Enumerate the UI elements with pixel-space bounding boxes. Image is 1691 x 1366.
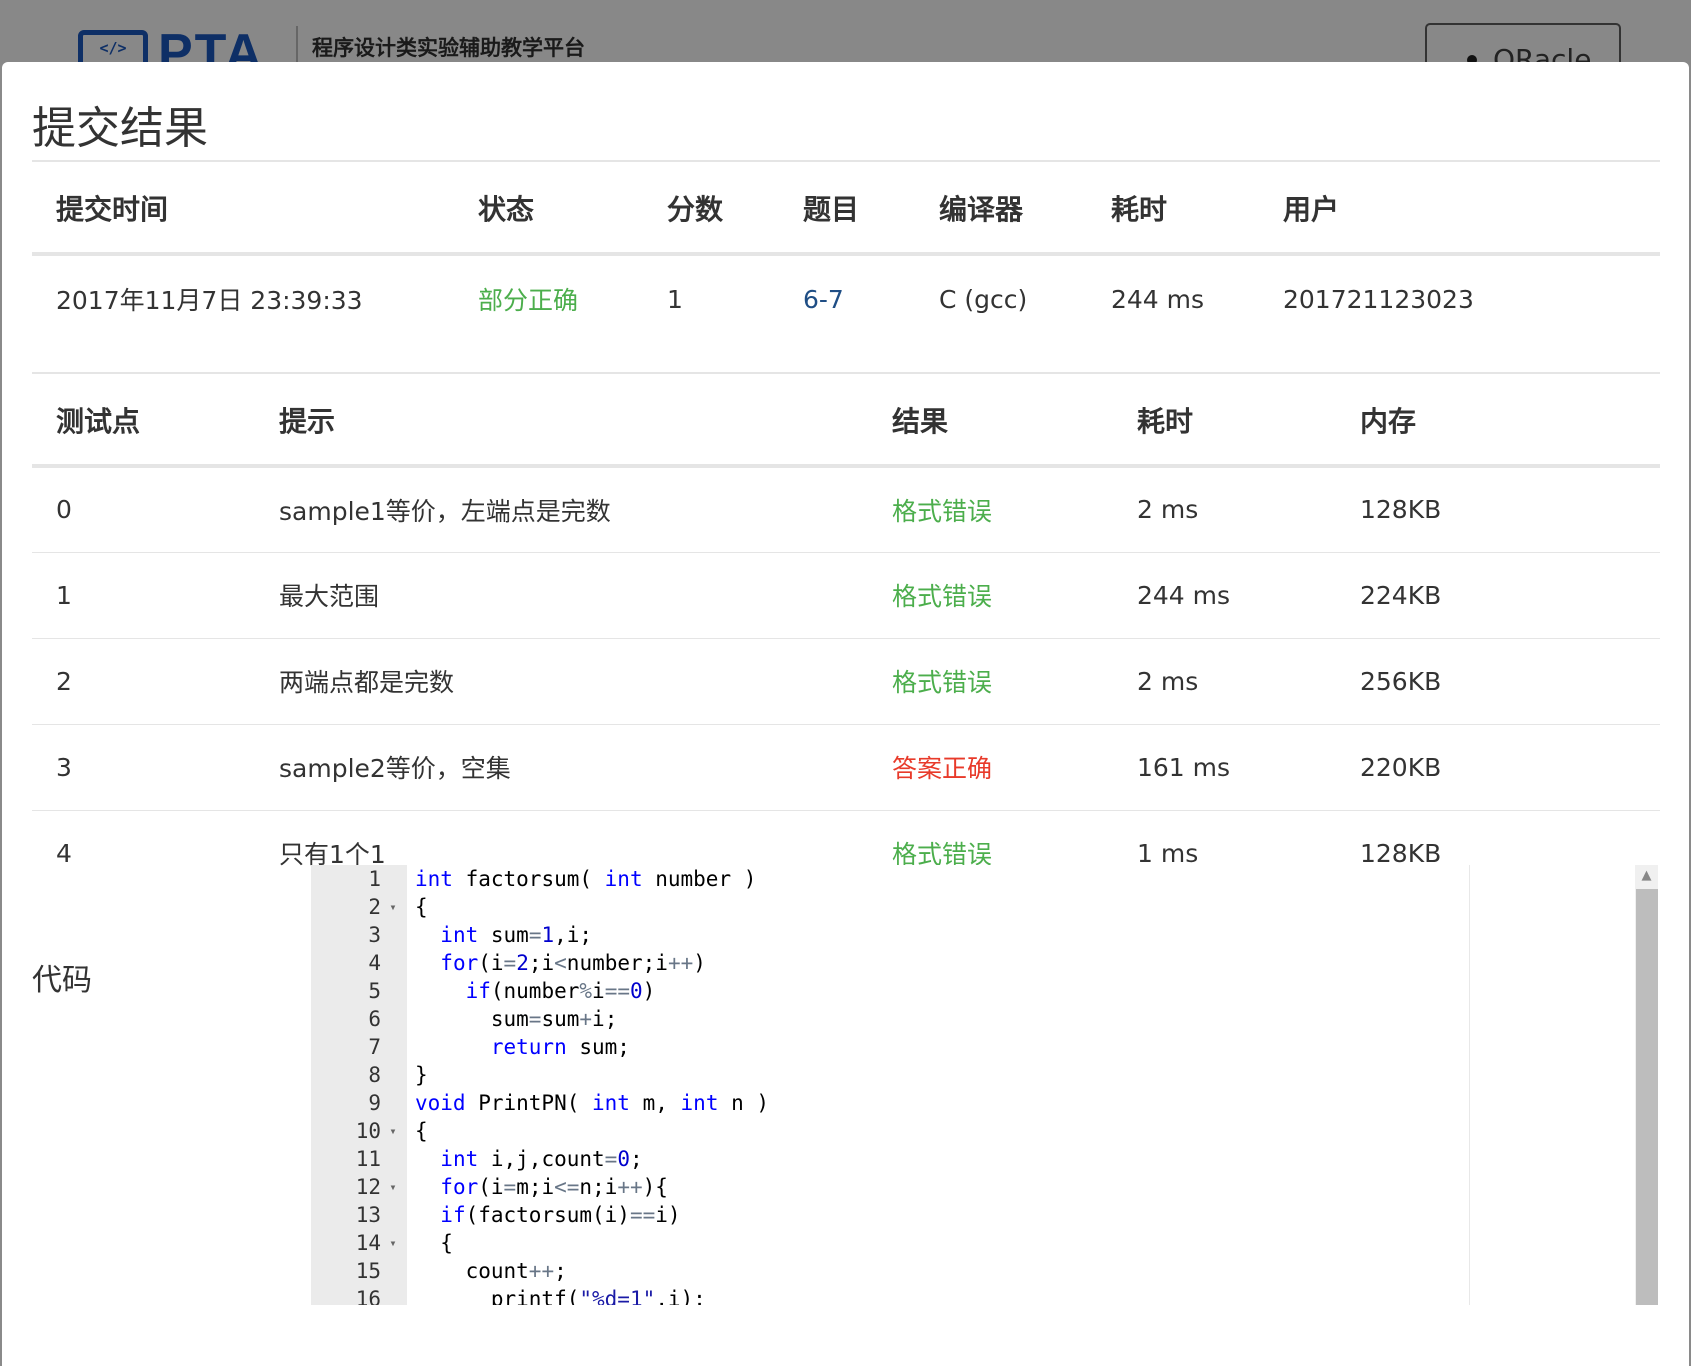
header-result: 结果 (868, 376, 1113, 468)
fold-arrow-icon[interactable]: ▾ (385, 1173, 401, 1201)
test-id: 4 (56, 838, 72, 868)
test-id: 0 (32, 466, 255, 553)
submit-time: 2017年11月7日 23:39:33 (56, 286, 363, 315)
table-row: 0 sample1等价，左端点是完数 格式错误 2 ms 128KB (32, 466, 1660, 553)
code-text: if(factorsum(i)==i) (440, 1203, 681, 1227)
code-text: int sum=1,i; (440, 923, 593, 947)
code-text: for(i=2;i<number;i++) (440, 951, 706, 975)
header-memory: 内存 (1336, 376, 1660, 468)
code-text: return sum; (490, 1035, 630, 1059)
header-score: 分数 (643, 164, 779, 256)
line-number: 9 (368, 1091, 381, 1115)
test-memory: 256KB (1336, 638, 1660, 725)
submission-summary-table: 提交时间 状态 分数 题目 编译器 耗时 用户 2017年11月7日 23:39… (32, 164, 1660, 342)
fold-arrow-icon[interactable]: ▾ (385, 1117, 401, 1145)
code-text: if(number%i==0) (465, 979, 656, 1003)
header-compiler: 编译器 (915, 164, 1087, 256)
test-result: 格式错误 (868, 552, 1113, 639)
header-elapsed: 耗时 (1087, 164, 1259, 256)
test-hint: sample2等价，空集 (255, 724, 868, 811)
code-scrollbar-thumb[interactable] (1636, 889, 1658, 1305)
code-text: int factorsum( int number ) (415, 867, 757, 891)
test-hint: sample1等价，左端点是完数 (255, 466, 868, 553)
elapsed-value: 244 ms (1111, 284, 1205, 314)
line-number: 7 (368, 1035, 381, 1059)
print-margin (1469, 865, 1470, 1305)
code-text: { (415, 895, 428, 919)
test-points-table: 测试点 提示 结果 耗时 内存 0 sample1等价，左端点是完数 格式错误 … (32, 376, 1660, 896)
platform-name: 程序设计类实验辅助教学平台 (312, 36, 585, 60)
table-row: 1 最大范围 格式错误 244 ms 224KB (32, 552, 1660, 639)
status-badge: 部分正确 (478, 286, 579, 315)
code-text: void PrintPN( int m, int n ) (415, 1091, 770, 1115)
test-memory: 128KB (1336, 466, 1660, 553)
code-text: { (415, 1119, 428, 1143)
summary-header-row: 提交时间 状态 分数 题目 编译器 耗时 用户 (32, 164, 1660, 256)
header-submit-time: 提交时间 (32, 164, 454, 256)
summary-divider (32, 372, 1660, 374)
background-header: </> PTA 程序设计类实验辅助教学平台 ORacle (0, 0, 1691, 83)
test-result: 格式错误 (868, 638, 1113, 725)
line-number: 1 (368, 867, 381, 891)
header-hint: 提示 (255, 376, 868, 468)
line-number: 14 (355, 1231, 381, 1255)
header-user: 用户 (1259, 164, 1660, 256)
code-text: sum=sum+i; (415, 1007, 618, 1031)
line-number: 4 (368, 951, 381, 975)
scroll-up-arrow-icon[interactable]: ▲ (1635, 866, 1658, 886)
test-result: 答案正确 (868, 724, 1113, 811)
test-hint: 两端点都是完数 (255, 638, 868, 725)
header-test-time: 耗时 (1113, 376, 1336, 468)
test-memory: 220KB (1336, 724, 1660, 811)
header-problem: 题目 (779, 164, 915, 256)
summary-row: 2017年11月7日 23:39:33 部分正确 1 6-7 C (gcc) 2… (32, 254, 1660, 342)
line-number: 8 (368, 1063, 381, 1087)
tests-header-row: 测试点 提示 结果 耗时 内存 (32, 376, 1660, 468)
test-hint: 最大范围 (255, 552, 868, 639)
test-time: 161 ms (1113, 724, 1336, 811)
code-label: 代码 (32, 963, 92, 998)
line-number: 16 (355, 1287, 381, 1305)
table-row: 3 sample2等价，空集 答案正确 161 ms 220KB (32, 724, 1660, 811)
logo-divider (296, 26, 298, 66)
test-id: 1 (32, 552, 255, 639)
code-text: int i,j,count=0; (440, 1147, 643, 1171)
line-number: 5 (368, 979, 381, 1003)
test-memory: 224KB (1336, 552, 1660, 639)
fold-arrow-icon[interactable]: ▾ (385, 893, 401, 921)
header-test-id: 测试点 (32, 376, 255, 468)
test-time: 2 ms (1113, 466, 1336, 553)
problem-link[interactable]: 6-7 (779, 254, 915, 342)
test-time: 244 ms (1113, 552, 1336, 639)
test-id: 2 (32, 638, 255, 725)
user-id: 201721123023 (1283, 284, 1474, 314)
line-number: 12 (355, 1175, 381, 1199)
code-text: count++; (415, 1259, 567, 1283)
modal-title: 提交结果 (32, 103, 208, 154)
title-divider (32, 160, 1660, 162)
code-editor[interactable]: 1 int factorsum( int number ) 2 ▾{3 int sum… (311, 865, 1658, 1305)
line-number: 13 (355, 1203, 381, 1227)
test-result: 格式错误 (868, 466, 1113, 553)
header-status: 状态 (454, 164, 643, 256)
code-text: } (415, 1063, 428, 1087)
test-time: 2 ms (1113, 638, 1336, 725)
code-text: for(i=m;i<=n;i++){ (440, 1175, 668, 1199)
line-number: 6 (368, 1007, 381, 1031)
line-number: 11 (355, 1147, 381, 1171)
line-number: 15 (355, 1259, 381, 1283)
test-id: 3 (32, 724, 255, 811)
line-number: 2 (368, 895, 381, 919)
table-row: 2 两端点都是完数 格式错误 2 ms 256KB (32, 638, 1660, 725)
compiler-value: C (gcc) (939, 284, 1028, 314)
code-text: { (415, 1231, 453, 1255)
score-value: 1 (667, 284, 683, 314)
line-number: 10 (355, 1119, 381, 1143)
line-number: 3 (368, 923, 381, 947)
fold-arrow-icon[interactable]: ▾ (385, 1229, 401, 1257)
code-text: printf("%d=1",i); (415, 1287, 706, 1305)
